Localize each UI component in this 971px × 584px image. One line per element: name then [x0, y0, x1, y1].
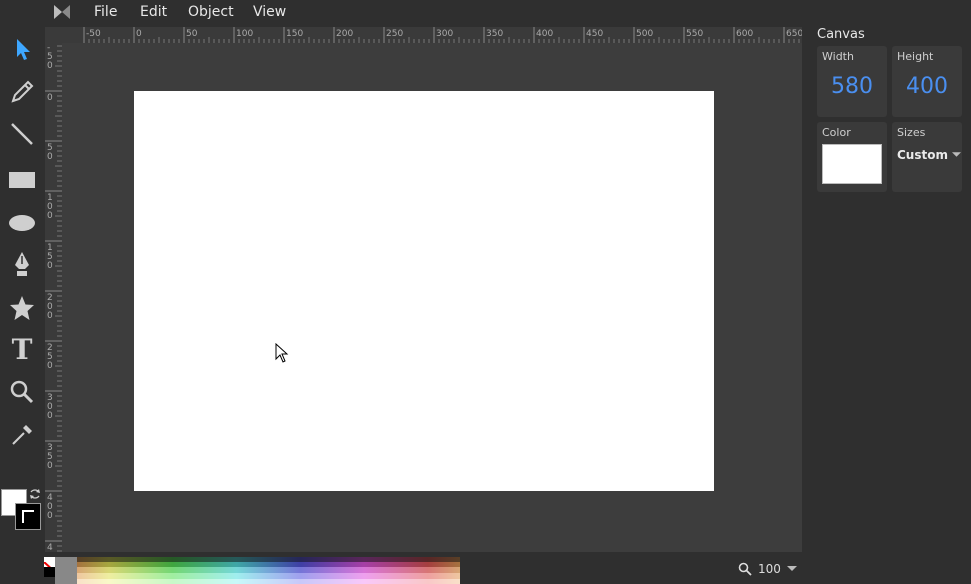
mouse-cursor-icon [275, 343, 289, 363]
sizes-value: Custom [897, 148, 948, 162]
palette-row[interactable] [77, 573, 460, 579]
rectangle-tool[interactable] [6, 164, 38, 196]
pen-nib-icon [15, 252, 29, 276]
ruler-label: 0 [47, 311, 53, 321]
menu-object[interactable]: Object [188, 3, 234, 21]
star-icon [10, 296, 34, 320]
palette-row[interactable] [77, 579, 460, 584]
swap-colors-icon[interactable] [28, 487, 42, 501]
ruler-label: 0 [47, 152, 53, 162]
eyedropper-icon [12, 425, 32, 445]
workspace[interactable] [62, 43, 802, 552]
sizes-field: Sizes Custom [892, 122, 962, 192]
palette-row[interactable] [77, 567, 460, 573]
ruler-label: 650 [786, 29, 802, 39]
ruler-label: 150 [286, 29, 303, 39]
star-tool[interactable] [6, 292, 38, 324]
chevron-down-icon [951, 152, 961, 157]
stroke-color-swatch[interactable] [15, 503, 41, 530]
palette-row[interactable] [77, 557, 460, 562]
width-value[interactable]: 580 [817, 74, 887, 99]
ruler-label: 0 [47, 411, 53, 421]
ruler-label: 200 [336, 29, 353, 39]
ruler-label: 100 [236, 29, 253, 39]
no-color-swatch[interactable] [43, 557, 56, 573]
ruler-label: 450 [586, 29, 603, 39]
text-tool[interactable]: T [6, 333, 38, 365]
zoom-tool[interactable] [6, 376, 38, 408]
ellipse-tool[interactable] [6, 207, 38, 239]
ruler-label: 250 [386, 29, 403, 39]
svg-text:T: T [12, 335, 33, 363]
canvas-color-swatch[interactable] [822, 144, 882, 184]
height-label: Height [897, 50, 934, 63]
zoom-magnifier-icon [738, 562, 752, 576]
text-icon: T [12, 335, 33, 363]
pencil-icon [11, 80, 34, 103]
menu-file[interactable]: File [94, 3, 117, 21]
ruler-label: 0 [47, 511, 53, 521]
arrow-pointer-icon [17, 39, 30, 60]
height-value[interactable]: 400 [892, 74, 962, 99]
line-icon [11, 123, 33, 145]
canvas-properties-panel: Canvas Width 580 Height 400 Color Sizes … [812, 24, 971, 224]
ruler-label: 400 [536, 29, 553, 39]
height-field[interactable]: Height 400 [892, 46, 962, 117]
app-logo-icon [54, 5, 70, 19]
ruler-label: 0 [47, 211, 53, 221]
drawing-canvas[interactable] [134, 91, 714, 491]
line-tool[interactable] [6, 118, 38, 150]
width-field[interactable]: Width 580 [817, 46, 887, 117]
ruler-label: 600 [736, 29, 753, 39]
toolbar: T [0, 27, 44, 557]
width-label: Width [822, 50, 854, 63]
color-field: Color [817, 122, 887, 192]
select-tool[interactable] [6, 33, 38, 65]
menu-view[interactable]: View [253, 3, 286, 21]
palette-row[interactable] [77, 562, 460, 567]
ruler-label: -50 [86, 29, 101, 39]
ruler-label: 350 [486, 29, 503, 39]
ruler-label: 550 [686, 29, 703, 39]
ruler-label: 300 [436, 29, 453, 39]
ruler-label: 0 [47, 61, 53, 71]
ruler-label: 0 [47, 261, 53, 271]
panel-title: Canvas [817, 27, 865, 42]
pencil-tool[interactable] [6, 76, 38, 108]
ruler-horizontal: -50 0 50 100 150 200 250 300 350 400 450 500 550 600 6… [62, 27, 802, 43]
menu-bar: File Edit Object View [0, 0, 971, 24]
color-palette[interactable] [44, 557, 460, 584]
zoom-control[interactable]: 100 [738, 559, 797, 579]
color-label: Color [822, 126, 851, 139]
magnifier-icon [10, 380, 34, 404]
sizes-label: Sizes [897, 126, 926, 139]
ruler-label: 500 [636, 29, 653, 39]
eyedropper-tool[interactable] [6, 419, 38, 451]
black-color-swatch[interactable] [44, 567, 55, 577]
ruler-label: 0 [47, 93, 53, 103]
chevron-down-icon [786, 566, 797, 571]
ruler-label: 0 [47, 361, 53, 371]
pen-tool[interactable] [6, 248, 38, 280]
ruler-label: 4 [47, 543, 53, 552]
ruler-vertical: -500501001502002503003504004 [45, 43, 62, 552]
zoom-value: 100 [758, 562, 781, 576]
ellipse-icon [9, 215, 35, 231]
ruler-label: 0 [136, 29, 142, 39]
sizes-dropdown[interactable]: Custom [897, 146, 961, 164]
rectangle-icon [9, 172, 35, 188]
ruler-label: 50 [186, 29, 198, 39]
vector-editor-app: File Edit Object View T -50 0 50 100 150… [0, 0, 971, 584]
menu-edit[interactable]: Edit [140, 3, 167, 21]
ruler-corner [45, 27, 62, 43]
ruler-label: 0 [47, 461, 53, 471]
